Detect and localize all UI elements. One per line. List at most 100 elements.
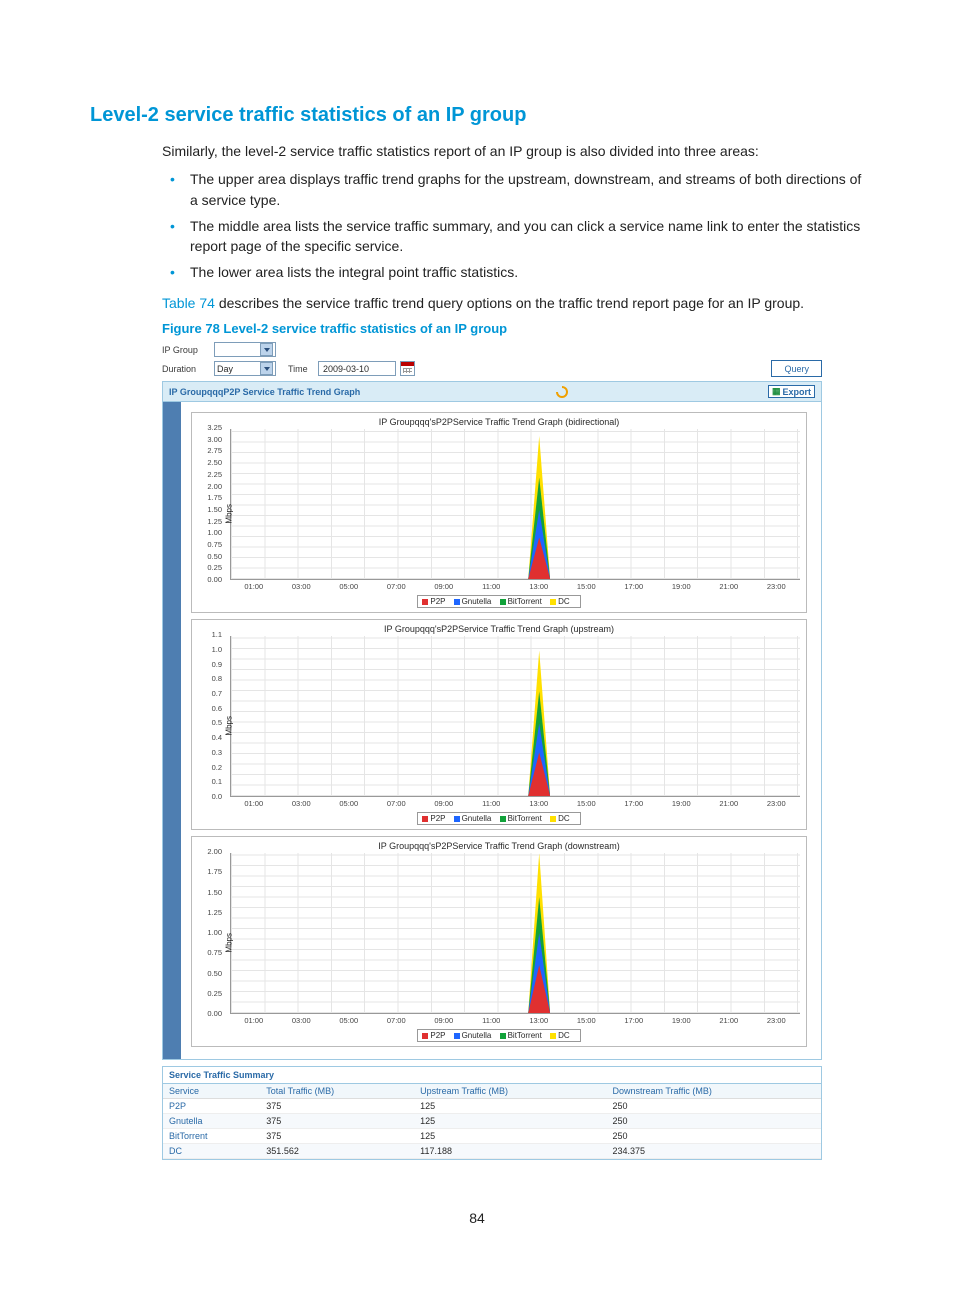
legend-label: BitTorrent (508, 814, 544, 823)
chart-upstream: IP Groupqqq'sP2PService Traffic Trend Gr… (191, 619, 807, 830)
service-link[interactable]: BitTorrent (163, 1129, 260, 1144)
cell-upstream: 125 (414, 1099, 606, 1114)
col-downstream: Downstream Traffic (MB) (606, 1084, 821, 1099)
plot-area: Mbps (230, 636, 800, 797)
query-button[interactable]: Query (771, 360, 822, 377)
cell-downstream: 250 (606, 1114, 821, 1129)
summary-table: Service Total Traffic (MB) Upstream Traf… (163, 1084, 821, 1159)
time-input-value: 2009-03-10 (323, 364, 369, 374)
bullet-list: The upper area displays traffic trend gr… (162, 169, 864, 282)
cell-upstream: 125 (414, 1114, 606, 1129)
section-heading: Level-2 service traffic statistics of an… (90, 104, 864, 127)
chart-bidirectional: IP Groupqqq'sP2PService Traffic Trend Gr… (191, 412, 807, 613)
plot-area: Mbps (230, 429, 800, 580)
calendar-icon[interactable] (400, 361, 415, 376)
legend-swatch-icon (500, 816, 506, 822)
duration-select-value: Day (217, 364, 233, 374)
cell-downstream: 234.375 (606, 1144, 821, 1159)
legend-swatch-icon (550, 1033, 556, 1039)
legend-label: DC (558, 814, 570, 823)
y-axis-ticks: 3.253.002.752.502.252.001.751.501.251.00… (200, 423, 222, 584)
duration-select[interactable]: Day (214, 361, 276, 376)
chart-legend: P2P Gnutella BitTorrent DC (417, 1029, 580, 1042)
legend-label: Gnutella (462, 597, 494, 606)
legend-swatch-icon (454, 1033, 460, 1039)
ip-group-label: IP Group (162, 345, 214, 355)
cell-total: 375 (260, 1099, 414, 1114)
export-button[interactable]: ▦ Export (768, 385, 815, 398)
chart-title: IP Groupqqq'sP2PService Traffic Trend Gr… (198, 415, 800, 429)
legend-label: P2P (430, 814, 447, 823)
legend-label: BitTorrent (508, 597, 544, 606)
legend-label: P2P (430, 1031, 447, 1040)
legend-swatch-icon (422, 1033, 428, 1039)
x-axis-ticks: 01:0003:0005:0007:0009:0011:0013:0015:00… (230, 1014, 800, 1025)
legend-swatch-icon (454, 816, 460, 822)
chart-title: IP Groupqqq'sP2PService Traffic Trend Gr… (198, 839, 800, 853)
cell-total: 375 (260, 1114, 414, 1129)
table-row: P2P375125250 (163, 1099, 821, 1114)
chart-downstream: IP Groupqqq'sP2PService Traffic Trend Gr… (191, 836, 807, 1047)
legend-label: BitTorrent (508, 1031, 544, 1040)
figure-caption: Figure 78 Level-2 service traffic statis… (162, 321, 864, 336)
filter-row-1: IP Group (162, 342, 822, 357)
table-row: BitTorrent375125250 (163, 1129, 821, 1144)
legend-label: DC (558, 1031, 570, 1040)
time-input[interactable]: 2009-03-10 (318, 361, 396, 376)
cell-downstream: 250 (606, 1099, 821, 1114)
col-upstream: Upstream Traffic (MB) (414, 1084, 606, 1099)
cell-total: 351.562 (260, 1144, 414, 1159)
intro-paragraph: Similarly, the level-2 service traffic s… (162, 141, 864, 161)
table-ref-link[interactable]: Table 74 (162, 295, 215, 311)
page-number: 84 (90, 1210, 864, 1226)
refresh-icon[interactable] (556, 386, 568, 398)
chart-legend: P2P Gnutella BitTorrent DC (417, 595, 580, 608)
cell-upstream: 117.188 (414, 1144, 606, 1159)
cell-total: 375 (260, 1129, 414, 1144)
x-axis-ticks: 01:0003:0005:0007:0009:0011:0013:0015:00… (230, 797, 800, 808)
legend-label: Gnutella (462, 1031, 494, 1040)
service-link[interactable]: DC (163, 1144, 260, 1159)
y-axis-ticks: 2.001.751.501.251.000.750.500.250.00 (200, 847, 222, 1018)
figure-78: IP Group Duration Day Time 2009-03-10 Qu… (162, 342, 822, 1160)
chart-legend: P2P Gnutella BitTorrent DC (417, 812, 580, 825)
x-axis-ticks: 01:0003:0005:0007:0009:0011:0013:0015:00… (230, 580, 800, 591)
legend-swatch-icon (500, 1033, 506, 1039)
table-row: Gnutella375125250 (163, 1114, 821, 1129)
service-link[interactable]: Gnutella (163, 1114, 260, 1129)
legend-label: DC (558, 597, 570, 606)
col-service: Service (163, 1084, 260, 1099)
table-ref-text: describes the service traffic trend quer… (215, 295, 804, 311)
legend-swatch-icon (454, 599, 460, 605)
plot-area: Mbps (230, 853, 800, 1014)
table-row: DC351.562117.188234.375 (163, 1144, 821, 1159)
summary-panel: Service Traffic Summary Service Total Tr… (162, 1066, 822, 1160)
service-link[interactable]: P2P (163, 1099, 260, 1114)
legend-swatch-icon (550, 599, 556, 605)
chart-wrap: IP Groupqqq'sP2PService Traffic Trend Gr… (163, 402, 821, 1059)
y-axis-ticks: 1.11.00.90.80.70.60.50.40.30.20.10.0 (200, 630, 222, 801)
legend-label: P2P (430, 597, 447, 606)
y-axis-label: Mbps (225, 933, 234, 953)
ip-group-select[interactable] (214, 342, 276, 357)
chevron-down-icon (260, 362, 273, 375)
export-button-label: Export (782, 387, 811, 397)
panel-title: IP GroupqqqP2P Service Traffic Trend Gra… (169, 387, 360, 397)
list-item: The middle area lists the service traffi… (162, 216, 864, 257)
list-item: The upper area displays traffic trend gr… (162, 169, 864, 210)
legend-swatch-icon (500, 599, 506, 605)
chart-title: IP Groupqqq'sP2PService Traffic Trend Gr… (198, 622, 800, 636)
list-item: The lower area lists the integral point … (162, 262, 864, 282)
chevron-down-icon (260, 343, 273, 356)
cell-downstream: 250 (606, 1129, 821, 1144)
y-axis-label: Mbps (225, 716, 234, 736)
table-ref-line: Table 74 describes the service traffic t… (162, 293, 864, 313)
summary-header: Service Traffic Summary (163, 1067, 821, 1084)
filter-row-2: Duration Day Time 2009-03-10 Query (162, 360, 822, 377)
time-label: Time (288, 364, 318, 374)
legend-swatch-icon (550, 816, 556, 822)
legend-label: Gnutella (462, 814, 494, 823)
legend-swatch-icon (422, 599, 428, 605)
trend-panel: IP GroupqqqP2P Service Traffic Trend Gra… (162, 381, 822, 1060)
legend-swatch-icon (422, 816, 428, 822)
